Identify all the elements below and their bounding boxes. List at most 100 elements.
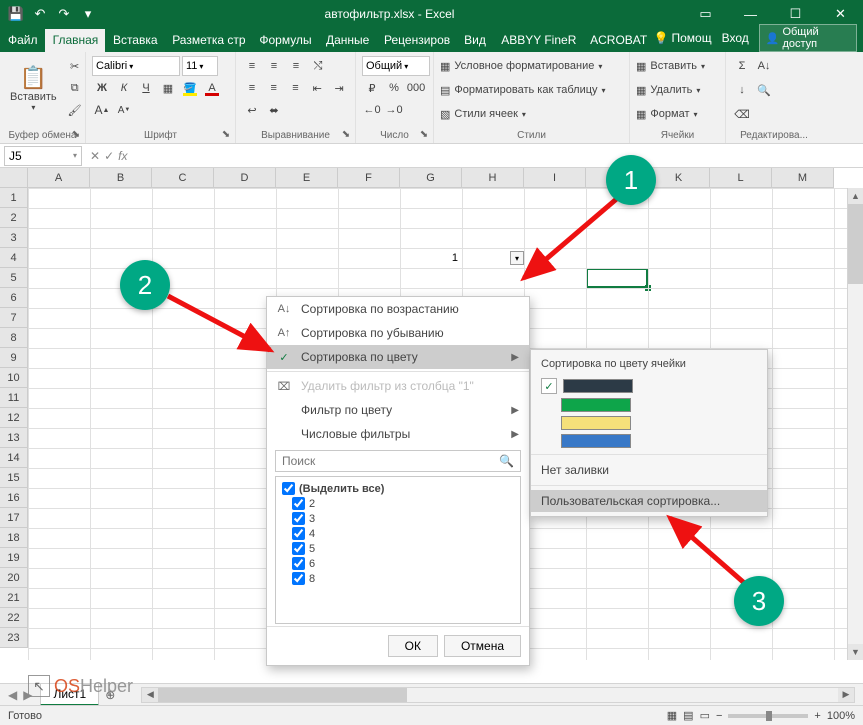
- sort-filter-button[interactable]: A↓: [754, 56, 774, 76]
- color-swatch-item[interactable]: [531, 432, 767, 450]
- filter-by-color-item[interactable]: Фильтр по цвету▶: [267, 398, 529, 422]
- filter-checklist[interactable]: (Выделить все) 234568: [275, 476, 521, 624]
- fill-button[interactable]: ↓: [732, 80, 752, 100]
- undo-icon[interactable]: ↶: [32, 6, 48, 22]
- zoom-level[interactable]: 100%: [827, 710, 855, 722]
- color-swatch-item[interactable]: ✓: [531, 376, 767, 396]
- tab-acrobat[interactable]: ACROBAT: [582, 29, 653, 52]
- tab-review[interactable]: Рецензиров: [376, 29, 456, 52]
- cut-button[interactable]: ✂: [65, 56, 85, 76]
- redo-icon[interactable]: ↷: [56, 6, 72, 22]
- conditional-formatting-button[interactable]: ▦Условное форматирование▾: [440, 56, 623, 76]
- row-header[interactable]: 15: [0, 468, 28, 488]
- percent-button[interactable]: %: [384, 78, 404, 98]
- col-header[interactable]: C: [152, 168, 214, 188]
- filter-check-item[interactable]: 6: [282, 556, 514, 571]
- login-link[interactable]: Вход: [716, 31, 755, 45]
- enter-formula-icon[interactable]: ✓: [104, 149, 114, 163]
- color-swatch-item[interactable]: [531, 396, 767, 414]
- col-header[interactable]: I: [524, 168, 586, 188]
- grow-font-button[interactable]: A▲: [92, 100, 112, 120]
- col-header[interactable]: A: [28, 168, 90, 188]
- col-header[interactable]: B: [90, 168, 152, 188]
- cell-styles-button[interactable]: ▧Стили ячеек▾: [440, 104, 623, 124]
- row-header[interactable]: 14: [0, 448, 28, 468]
- cancel-button[interactable]: Отмена: [444, 635, 521, 657]
- indent-dec-button[interactable]: ⇤: [307, 78, 327, 98]
- color-swatch-item[interactable]: [531, 414, 767, 432]
- ok-button[interactable]: ОК: [388, 635, 438, 657]
- italic-button[interactable]: К: [114, 78, 134, 98]
- merge-button[interactable]: ⬌: [264, 100, 284, 120]
- row-header[interactable]: 1: [0, 188, 28, 208]
- view-layout-icon[interactable]: ▤: [683, 709, 693, 722]
- row-header[interactable]: 9: [0, 348, 28, 368]
- share-button[interactable]: 👤Общий доступ: [759, 24, 857, 52]
- prev-sheet-icon[interactable]: ◀: [8, 688, 17, 702]
- clipboard-launcher-icon[interactable]: ⬊: [69, 127, 83, 141]
- zoom-in-button[interactable]: +: [814, 710, 820, 722]
- no-fill-item[interactable]: Нет заливки: [531, 459, 767, 481]
- tab-abbyy[interactable]: ABBYY FineR: [493, 29, 582, 52]
- row-header[interactable]: 6: [0, 288, 28, 308]
- tab-file[interactable]: Файл: [0, 29, 45, 52]
- select-all-button[interactable]: [0, 168, 28, 188]
- add-sheet-button[interactable]: ⊕: [99, 688, 121, 702]
- format-cells-button[interactable]: ▦Формат▾: [636, 104, 719, 124]
- filter-check-item[interactable]: 2: [282, 496, 514, 511]
- fill-color-button[interactable]: 🪣: [180, 78, 200, 98]
- insert-cells-button[interactable]: ▦Вставить▾: [636, 56, 719, 76]
- row-header[interactable]: 10: [0, 368, 28, 388]
- row-header[interactable]: 20: [0, 568, 28, 588]
- font-size-select[interactable]: 11▾: [182, 56, 218, 76]
- align-center-button[interactable]: ≡: [264, 78, 284, 98]
- row-header[interactable]: 17: [0, 508, 28, 528]
- zoom-thumb[interactable]: [766, 711, 772, 721]
- indent-inc-button[interactable]: ⇥: [329, 78, 349, 98]
- scroll-down-icon[interactable]: ▼: [848, 644, 863, 660]
- col-header[interactable]: K: [648, 168, 710, 188]
- border-button[interactable]: ▦: [158, 78, 178, 98]
- orientation-button[interactable]: ⤭: [308, 56, 328, 76]
- number-launcher-icon[interactable]: ⬊: [417, 127, 431, 141]
- filter-check-item[interactable]: 4: [282, 526, 514, 541]
- row-header[interactable]: 23: [0, 628, 28, 648]
- row-header[interactable]: 2: [0, 208, 28, 228]
- cancel-formula-icon[interactable]: ✕: [90, 149, 100, 163]
- zoom-out-button[interactable]: −: [716, 710, 722, 722]
- tab-view[interactable]: Вид: [456, 29, 493, 52]
- tell-me[interactable]: 💡Помощ: [654, 31, 712, 45]
- next-sheet-icon[interactable]: ▶: [23, 688, 32, 702]
- col-header[interactable]: F: [338, 168, 400, 188]
- copy-button[interactable]: ⧉: [65, 78, 85, 98]
- tab-formulas[interactable]: Формулы: [251, 29, 318, 52]
- align-top-button[interactable]: ≡: [242, 56, 262, 76]
- filter-check-item[interactable]: 3: [282, 511, 514, 526]
- align-launcher-icon[interactable]: ⬊: [339, 127, 353, 141]
- tab-home[interactable]: Главная: [45, 29, 105, 52]
- find-button[interactable]: 🔍: [754, 80, 774, 100]
- view-break-icon[interactable]: ▭: [700, 709, 710, 722]
- vertical-scrollbar[interactable]: ▲ ▼: [847, 188, 863, 660]
- custom-sort-item[interactable]: Пользовательская сортировка...: [531, 490, 767, 512]
- cell-H4[interactable]: 1: [400, 248, 462, 268]
- row-header[interactable]: 18: [0, 528, 28, 548]
- formula-input[interactable]: [131, 146, 863, 166]
- font-launcher-icon[interactable]: ⬊: [219, 127, 233, 141]
- qat-more-icon[interactable]: ▾: [80, 6, 96, 22]
- format-as-table-button[interactable]: ▤Форматировать как таблицу▾: [440, 80, 623, 100]
- wrap-text-button[interactable]: ↩: [242, 100, 262, 120]
- filter-check-item[interactable]: 8: [282, 571, 514, 586]
- zoom-slider[interactable]: [728, 714, 808, 718]
- sort-desc-item[interactable]: A↑Сортировка по убыванию: [267, 321, 529, 345]
- scroll-left-icon[interactable]: ◀: [142, 688, 158, 702]
- col-header[interactable]: L: [710, 168, 772, 188]
- col-header[interactable]: M: [772, 168, 834, 188]
- tab-data[interactable]: Данные: [318, 29, 376, 52]
- font-color-button[interactable]: A: [202, 78, 222, 98]
- align-bottom-button[interactable]: ≡: [286, 56, 306, 76]
- scroll-up-icon[interactable]: ▲: [848, 188, 863, 204]
- filter-dropdown-button[interactable]: ▾: [510, 251, 524, 265]
- font-name-select[interactable]: Calibri▾: [92, 56, 180, 76]
- row-header[interactable]: 16: [0, 488, 28, 508]
